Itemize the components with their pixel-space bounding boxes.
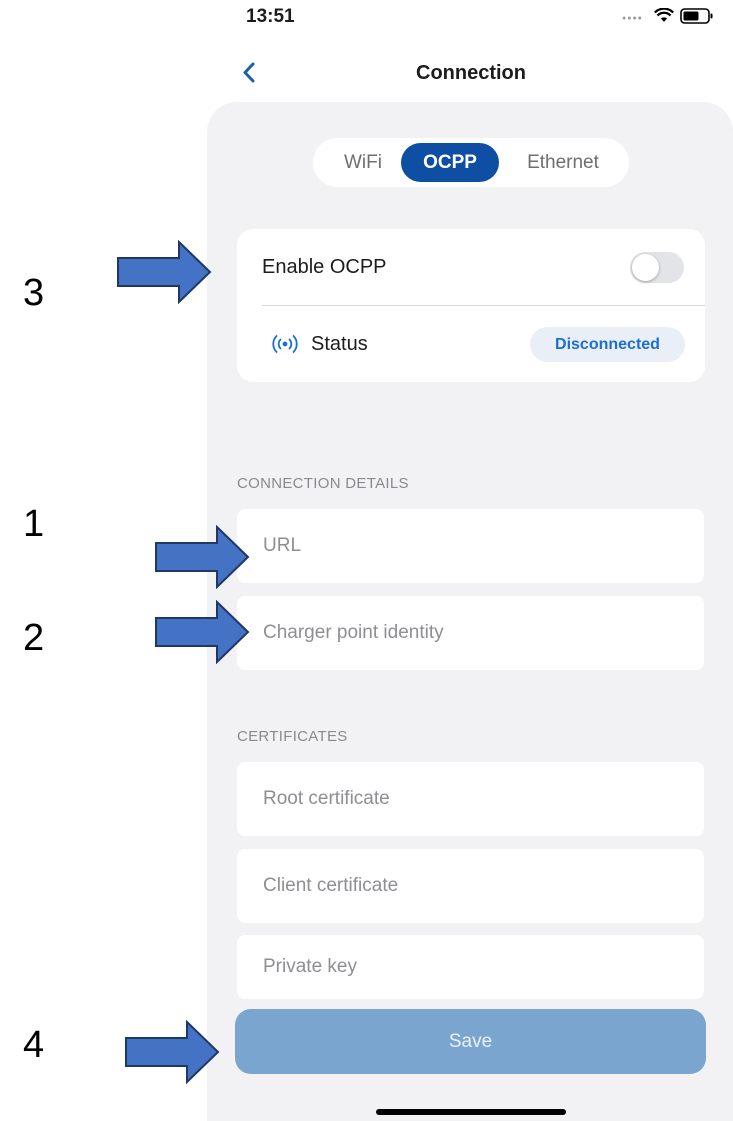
card-divider (262, 305, 705, 306)
enable-ocpp-toggle[interactable] (630, 252, 684, 283)
annotation-number-2: 2 (23, 617, 45, 659)
root-certificate-input[interactable] (237, 762, 704, 836)
status-badge: Disconnected (530, 327, 685, 362)
url-input[interactable] (237, 509, 704, 583)
tab-wifi[interactable]: WiFi (323, 143, 403, 182)
home-indicator (376, 1109, 566, 1115)
tab-ethernet[interactable]: Ethernet (507, 143, 619, 182)
private-key-input[interactable] (237, 935, 704, 999)
save-button[interactable]: Save (235, 1009, 706, 1074)
connection-tabs: WiFi OCPP Ethernet (313, 138, 629, 187)
annotation-number-3: 3 (23, 272, 45, 314)
annotation-arrow-icon (117, 240, 212, 304)
enable-ocpp-label: Enable OCPP (262, 256, 387, 278)
client-certificate-input[interactable] (237, 849, 704, 923)
annotation-number-1: 1 (23, 503, 45, 545)
back-chevron-icon[interactable] (238, 58, 262, 88)
connection-details-title: CONNECTION DETAILS (237, 475, 409, 492)
certificates-title: CERTIFICATES (237, 728, 348, 745)
status-icons: ●●●● (622, 7, 714, 25)
annotation-arrow-icon (155, 600, 250, 664)
annotation-arrow-icon (125, 1020, 220, 1084)
annotation-arrow-icon (155, 525, 250, 589)
page-title: Connection (416, 62, 526, 84)
broadcast-signal-icon (272, 335, 298, 353)
tab-ocpp[interactable]: OCPP (401, 143, 499, 182)
cellular-icon: ●●●● (622, 15, 643, 22)
charger-identity-input[interactable] (237, 596, 704, 670)
toggle-knob (632, 254, 659, 281)
annotation-number-4: 4 (23, 1024, 45, 1066)
status-time: 13:51 (246, 6, 295, 27)
status-label: Status (311, 333, 368, 355)
wifi-icon (654, 8, 674, 22)
battery-icon (680, 8, 713, 24)
